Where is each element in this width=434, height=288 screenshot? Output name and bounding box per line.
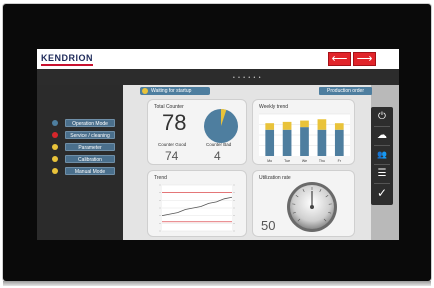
- menu-item-label: Parameter: [65, 143, 115, 151]
- toolbar-divider: [374, 183, 390, 184]
- dashboard: Waiting for startup Production order Tot…: [123, 85, 372, 240]
- page-indicator[interactable]: • • • • • •: [233, 75, 261, 81]
- database-icon[interactable]: ☰: [375, 167, 389, 181]
- arrow-right-icon: ⟶: [356, 53, 373, 65]
- x-tick-label: Fr: [338, 159, 342, 163]
- counter-pie-chart: [204, 109, 238, 143]
- weekly-trend-chart: Mo Tue We Thu Fr: [259, 113, 350, 163]
- status-dot: [52, 168, 58, 174]
- menu-item-manual-mode[interactable]: Manual Mode: [37, 167, 123, 176]
- status-dot: [52, 120, 58, 126]
- counter-card[interactable]: Total Counter 78 Counter Good Counter Ba…: [147, 99, 247, 165]
- users-icon[interactable]: 👥: [375, 148, 389, 162]
- trend-chart: [159, 184, 235, 232]
- weekly-trend-card[interactable]: Weekly trend Mo Tue We Thu Fr: [252, 99, 355, 165]
- bar-Thu-s0: [317, 129, 327, 156]
- x-tick-label: We: [302, 159, 307, 163]
- bar-We-s0: [300, 127, 309, 156]
- hmi-screen: KENDRION ⟵ ⟶ • • • • • • Operation Mode …: [37, 49, 399, 240]
- utilization-gauge: [287, 182, 337, 232]
- top-bar: KENDRION ⟵ ⟶: [37, 49, 399, 69]
- left-menu: Operation Mode Service / cleaning Parame…: [37, 85, 123, 240]
- cloud-icon[interactable]: ☁: [375, 129, 389, 143]
- check-icon[interactable]: ✓: [375, 186, 389, 200]
- x-tick-label: Thu: [319, 159, 325, 163]
- bar-We-s1: [300, 120, 309, 128]
- device-base: [3, 281, 431, 286]
- menu-item-service-cleaning[interactable]: Service / cleaning: [37, 131, 123, 140]
- menu-item-label: Calibration: [65, 155, 115, 163]
- x-tick-label: Mo: [267, 159, 272, 163]
- header-strip: • • • • • •: [37, 69, 399, 85]
- bar-Tue-s0: [282, 129, 292, 156]
- utilization-value: 50: [261, 218, 276, 233]
- menu-item-label: Service / cleaning: [65, 131, 115, 139]
- status-message: Waiting for startup: [140, 87, 210, 95]
- bar-Mo-s0: [265, 129, 275, 156]
- counter-bad-value: 4: [214, 149, 221, 163]
- status-dot: [52, 156, 58, 162]
- utilization-card[interactable]: Utilization rate 50: [252, 170, 355, 237]
- counter-good-label: Counter Good: [158, 142, 187, 147]
- status-dot: [52, 144, 58, 150]
- status-dot: [52, 132, 58, 138]
- menu-item-operation-mode[interactable]: Operation Mode: [37, 119, 123, 128]
- counter-good-value: 74: [165, 149, 179, 163]
- power-icon[interactable]: ⏻: [375, 110, 389, 124]
- forward-button[interactable]: ⟶: [353, 52, 376, 66]
- weekly-trend-title: Weekly trend: [259, 104, 289, 110]
- status-indicator-icon: [142, 88, 148, 94]
- bar-Mo-s1: [265, 123, 275, 130]
- production-order-button[interactable]: Production order: [319, 87, 372, 95]
- menu-item-label: Operation Mode: [65, 119, 115, 127]
- toolbar-divider: [374, 126, 390, 127]
- brand-logo: KENDRION: [41, 53, 94, 66]
- toolbar-divider: [374, 145, 390, 146]
- x-tick-label: Tue: [284, 159, 290, 163]
- bar-Thu-s1: [317, 119, 327, 130]
- bar-Tue-s1: [282, 121, 292, 130]
- status-message-text: Waiting for startup: [151, 88, 192, 94]
- total-counter-value: 78: [162, 110, 187, 135]
- back-button[interactable]: ⟵: [328, 52, 351, 66]
- bar-Fr-s0: [334, 129, 344, 156]
- right-toolbar: ⏻ ☁ 👥 ☰ ✓: [371, 107, 393, 205]
- bar-Fr-s1: [334, 123, 344, 130]
- trend-card[interactable]: Trend: [147, 170, 247, 237]
- counter-bad-label: Counter Bad: [206, 142, 232, 147]
- menu-item-calibration[interactable]: Calibration: [37, 155, 123, 164]
- arrow-left-icon: ⟵: [331, 53, 348, 65]
- menu-item-label: Manual Mode: [65, 167, 115, 175]
- toolbar-divider: [374, 164, 390, 165]
- menu-item-parameter[interactable]: Parameter: [37, 143, 123, 152]
